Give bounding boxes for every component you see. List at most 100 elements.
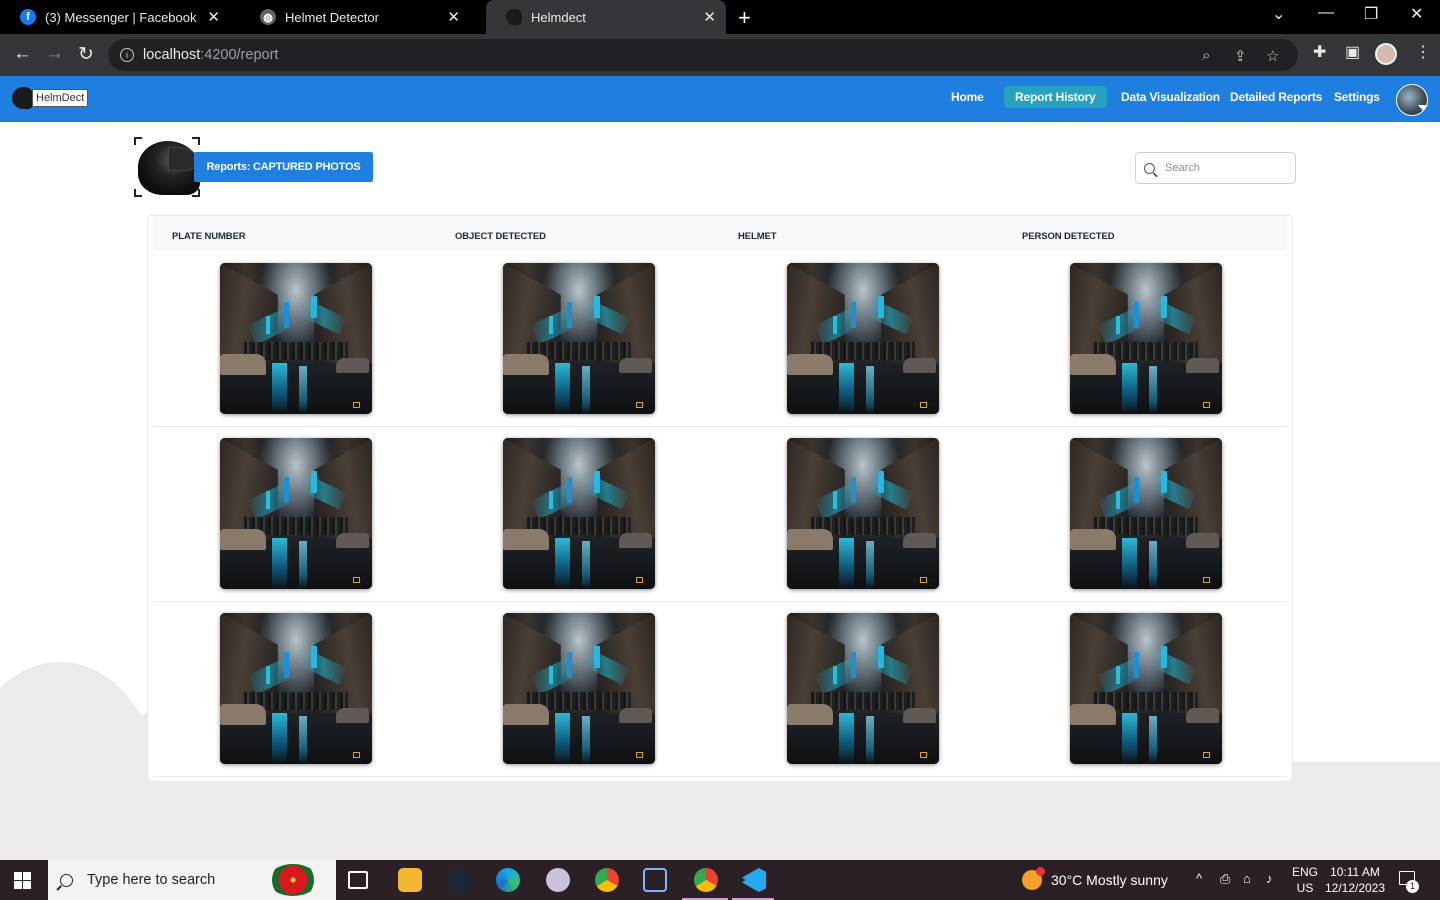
captured-photo-object-detected[interactable] [503,438,655,589]
captured-photos-table: PLATE NUMBER OBJECT DETECTED HELMET PERS… [147,215,1293,782]
tab-title: (3) Messenger | Facebook [45,9,197,25]
captured-photo-person-detected[interactable] [1070,613,1222,764]
tab-helmet-detector[interactable]: ◍ Helmet Detector ✕ [240,0,470,34]
app-logo[interactable]: HelmDect [12,87,89,109]
nav-data-visualization[interactable]: Data Visualization [1121,90,1220,104]
street-photo-image [787,263,939,414]
helmet-logo-icon [12,87,34,109]
captured-photo-person-detected[interactable] [1070,263,1222,414]
paint-icon[interactable] [546,868,570,892]
language-code: ENG [1292,865,1319,879]
captured-photo-helmet[interactable] [787,263,939,414]
close-icon[interactable]: ✕ [207,8,220,26]
nav-home[interactable]: Home [951,90,984,104]
tab-title: Helmdect [531,9,586,25]
report-title-button[interactable]: Reports: CAPTURED PHOTOS [194,152,373,182]
street-photo-image [503,438,655,589]
column-header-person-detected: PERSON DETECTED [1022,231,1115,242]
close-icon[interactable]: ✕ [703,8,716,26]
nav-detailed-reports[interactable]: Detailed Reports [1230,90,1322,104]
browser-menu-icon[interactable]: ⋮ [1415,42,1431,62]
chrome-icon[interactable] [595,868,619,892]
captured-photo-plate-number[interactable] [220,263,372,414]
browser-profile-avatar[interactable] [1375,43,1397,65]
notification-badge: 1 [1406,880,1419,893]
reload-icon[interactable]: ↻ [78,43,94,66]
minimize-icon[interactable]: — [1318,4,1334,22]
search-icon [1144,162,1155,174]
weather-text: 30°C Mostly sunny [1051,872,1168,888]
logo-text: HelmDect [32,89,89,107]
weather-widget[interactable]: 30°C Mostly sunny [1022,867,1168,890]
language-indicator[interactable]: ENG US [1292,864,1318,896]
user-avatar[interactable] [1396,84,1428,116]
share-icon[interactable]: ⇪ [1234,47,1247,65]
search-icon [60,873,73,887]
captured-photo-helmet[interactable] [787,613,939,764]
task-view-icon[interactable] [348,871,368,889]
street-photo-image [503,613,655,764]
facebook-icon: f [20,9,36,25]
region-code: US [1296,881,1314,895]
search-input[interactable] [1165,162,1285,174]
street-photo-image [1070,613,1222,764]
tab-title: Helmet Detector [285,9,379,25]
tab-search-icon[interactable]: ⌄ [1272,4,1285,24]
captured-photo-plate-number[interactable] [220,438,372,589]
captured-photo-plate-number[interactable] [220,613,372,764]
clock-time: 10:11 AM [1330,865,1380,879]
app-header: HelmDect Home Report History Data Visual… [0,76,1440,122]
street-photo-image [220,613,372,764]
street-photo-image [787,438,939,589]
column-header-object-detected: OBJECT DETECTED [455,231,546,242]
file-explorer-icon[interactable] [398,868,422,892]
forward-icon[interactable]: → [45,43,64,65]
row-divider [153,601,1287,602]
side-panel-icon[interactable]: ▣ [1345,42,1360,62]
address-bar[interactable]: i localhost :4200/report ⌕ ⇪ ☆ [108,39,1298,71]
bookmark-star-icon[interactable]: ☆ [1266,47,1279,65]
tray-chevron-icon[interactable]: ^ [1196,871,1202,886]
captured-photo-person-detected[interactable] [1070,438,1222,589]
nav-report-history[interactable]: Report History [1004,86,1107,108]
globe-icon: ◍ [260,9,276,25]
new-tab-icon[interactable]: + [738,5,751,31]
network-icon[interactable]: ⌂ [1243,871,1251,886]
clock-date: 12/12/2023 [1324,881,1386,895]
windows-start-icon[interactable] [14,872,31,889]
edge-icon[interactable] [496,868,520,892]
restore-icon[interactable]: ❐ [1364,4,1378,24]
chevron-down-icon[interactable] [1418,105,1428,111]
street-photo-image [787,613,939,764]
captured-photo-helmet[interactable] [787,438,939,589]
zoom-icon[interactable]: ⌕ [1202,47,1210,64]
window-close-icon[interactable]: ✕ [1410,4,1423,24]
tab-messenger[interactable]: f (3) Messenger | Facebook ✕ [0,0,230,34]
steam-icon[interactable] [447,868,471,892]
tab-helmdect[interactable]: Helmdect ✕ [486,0,726,34]
street-photo-image [1070,263,1222,414]
close-icon[interactable]: ✕ [447,8,460,26]
sun-icon [1022,867,1045,890]
url-path: :4200/report [200,47,279,63]
search-box[interactable] [1135,152,1296,184]
captured-photo-object-detected[interactable] [503,263,655,414]
device-icon[interactable]: ⎙ [1220,871,1230,887]
volume-icon[interactable]: ♪ [1266,871,1273,886]
street-photo-image [220,438,372,589]
virtualbox-icon[interactable] [643,868,667,892]
browser-tabstrip: f (3) Messenger | Facebook ✕ ◍ Helmet De… [0,0,1440,34]
extensions-icon[interactable]: ✚ [1313,42,1326,62]
back-icon[interactable]: ← [13,43,32,65]
street-photo-image [1070,438,1222,589]
chrome-profile-icon[interactable] [694,868,718,892]
clock[interactable]: 10:11 AM 12/12/2023 [1324,864,1386,896]
street-photo-image [503,263,655,414]
helmet-icon [506,9,522,25]
captured-photo-object-detected[interactable] [503,613,655,764]
row-divider [153,776,1287,777]
vscode-icon[interactable] [742,868,766,892]
nav-settings[interactable]: Settings [1334,90,1380,104]
site-info-icon[interactable]: i [120,48,134,62]
column-header-plate-number: PLATE NUMBER [172,231,246,242]
